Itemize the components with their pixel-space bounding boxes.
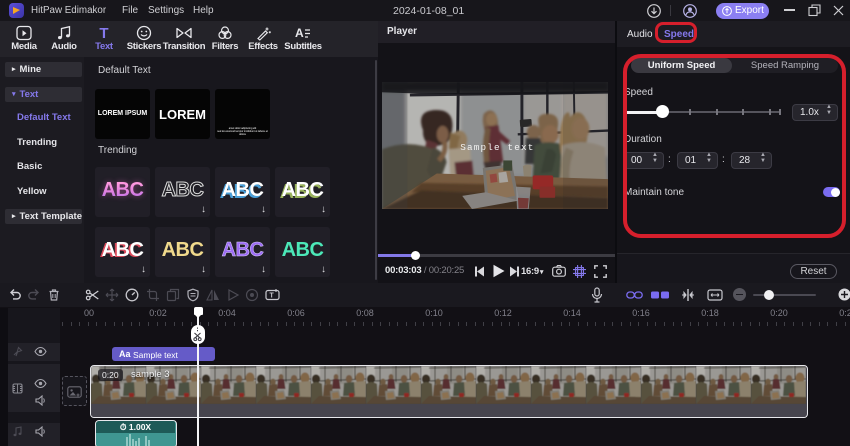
svg-text:A: A bbox=[295, 26, 304, 40]
svg-text:Sample text: Sample text bbox=[460, 142, 534, 153]
svg-text:T: T bbox=[270, 293, 275, 300]
